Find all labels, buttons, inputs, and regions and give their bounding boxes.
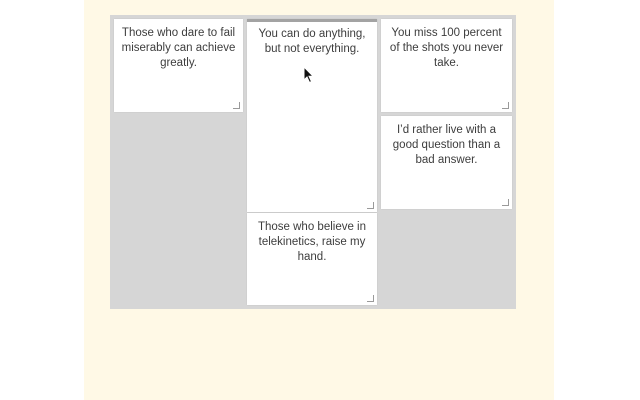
quote-text: Those who believe in telekinetics, raise… — [257, 221, 367, 263]
quote-text: Those who dare to fail miserably can ach… — [121, 27, 236, 69]
resize-corner-icon[interactable] — [367, 202, 374, 209]
quote-text: You can do anything, but not everything. — [258, 28, 366, 55]
quote-text: I’d rather live with a good question tha… — [392, 124, 501, 166]
quote-card-4[interactable]: I’d rather live with a good question tha… — [381, 116, 512, 209]
quote-card-2[interactable]: You can do anything, but not everything. — [247, 19, 377, 212]
quote-card-5[interactable]: Those who believe in telekinetics, raise… — [247, 213, 377, 305]
resize-corner-icon[interactable] — [367, 295, 374, 302]
quote-text: You miss 100 percent of the shots you ne… — [389, 27, 504, 69]
quote-card-3[interactable]: You miss 100 percent of the shots you ne… — [381, 19, 512, 112]
resize-corner-icon[interactable] — [502, 199, 509, 206]
card-board: Those who dare to fail miserably can ach… — [110, 15, 516, 309]
quote-card-1[interactable]: Those who dare to fail miserably can ach… — [114, 19, 243, 112]
resize-corner-icon[interactable] — [502, 102, 509, 109]
resize-corner-icon[interactable] — [233, 102, 240, 109]
